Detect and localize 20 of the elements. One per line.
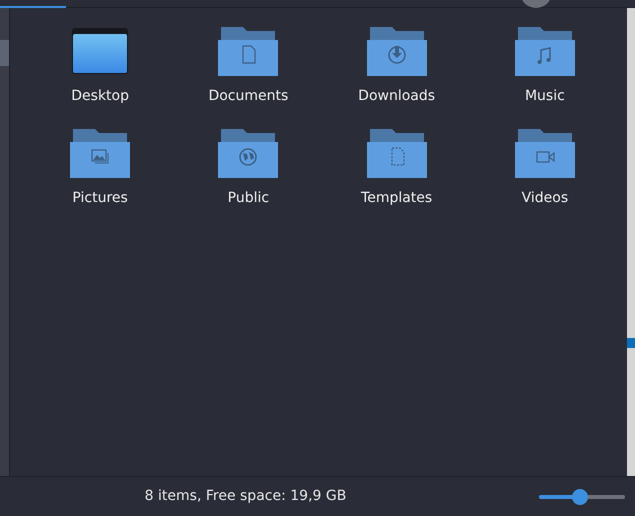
music-folder-icon[interactable] <box>514 26 575 76</box>
template-folder-icon[interactable] <box>366 128 427 178</box>
public-folder-icon[interactable] <box>218 128 278 178</box>
folder-label[interactable]: Documents <box>208 86 288 107</box>
folder-label[interactable]: Videos <box>522 188 568 209</box>
folder-label[interactable]: Pictures <box>72 188 128 209</box>
folder-label[interactable]: Music <box>524 86 565 107</box>
folder-label[interactable]: Desktop <box>71 86 129 107</box>
zoom-slider[interactable] <box>539 488 625 504</box>
scrollbar-thumb[interactable] <box>0 40 9 66</box>
folder-label[interactable]: Templates <box>361 188 432 209</box>
window-strip <box>627 338 635 348</box>
desktop-folder-icon[interactable] <box>71 26 130 76</box>
folder-label[interactable]: Downloads <box>358 86 436 107</box>
video-folder-icon[interactable] <box>514 128 575 178</box>
pictures-folder-icon[interactable] <box>70 128 130 178</box>
document-folder-icon[interactable] <box>218 26 278 76</box>
folder-label[interactable]: Public <box>228 188 270 209</box>
download-folder-icon[interactable] <box>366 26 427 76</box>
status-text: 8 items, Free space: 19,9 GB <box>144 487 346 506</box>
